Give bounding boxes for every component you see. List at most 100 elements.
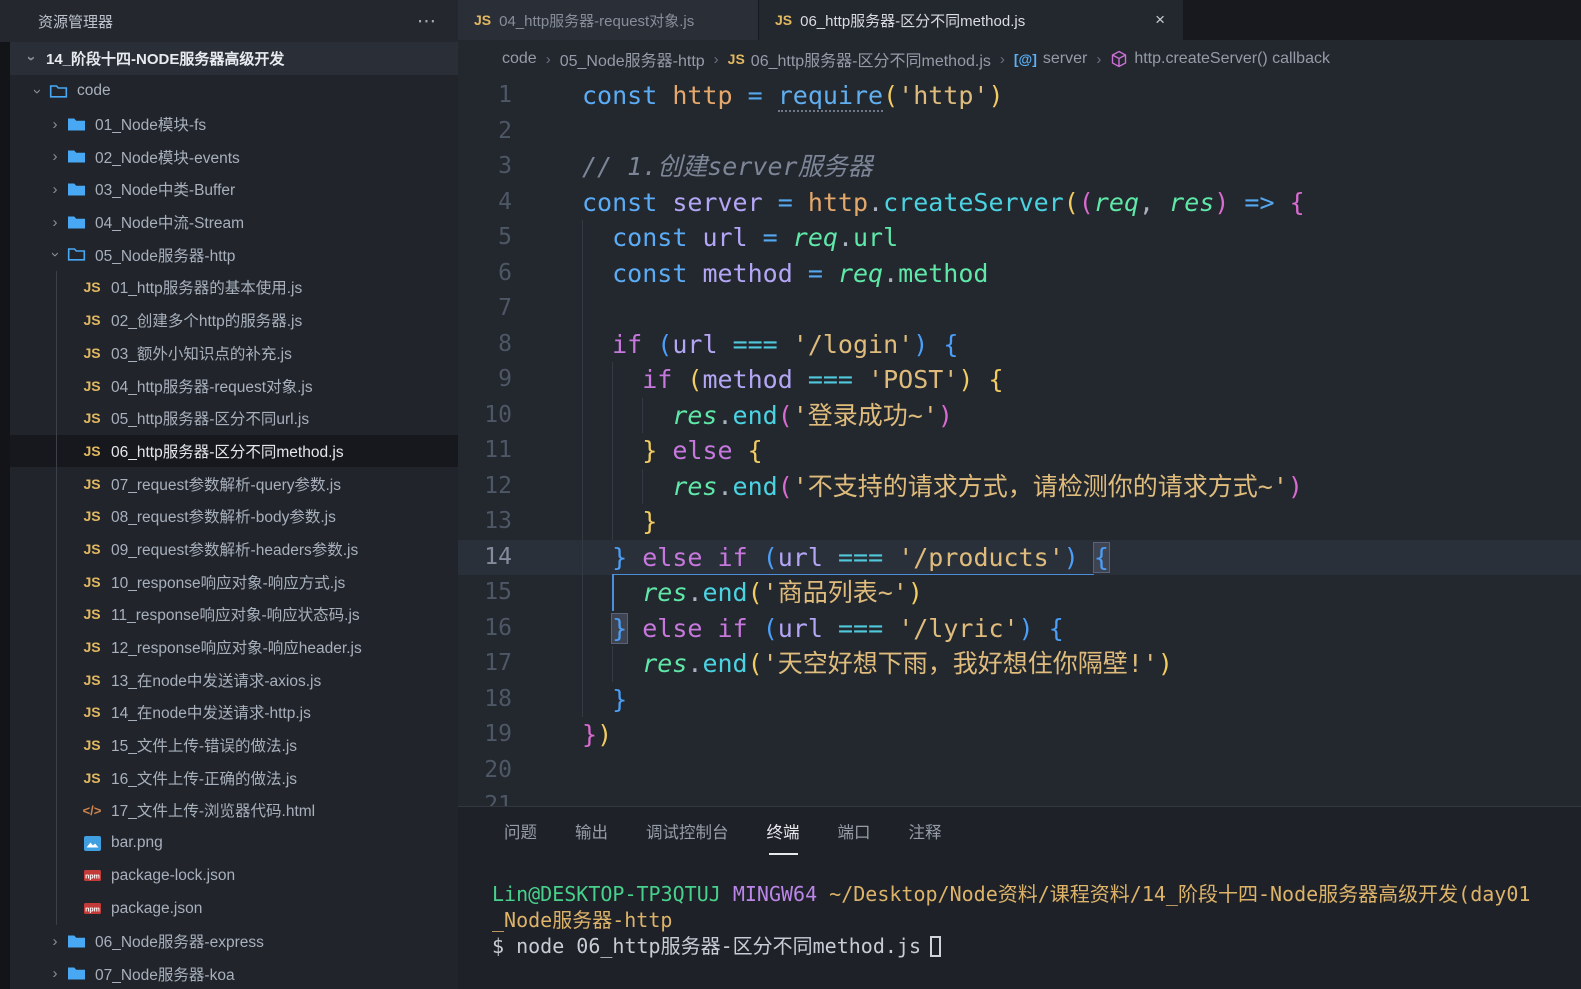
code-line-8[interactable]: 8 if (url === '/login') { bbox=[458, 327, 1581, 363]
tree-item-label: 03_Node中类-Buffer bbox=[95, 178, 235, 200]
token-fn: end bbox=[702, 649, 747, 678]
code-line-3[interactable]: 3// 1.创建server服务器 bbox=[458, 149, 1581, 185]
tree-item-12_response响应对象-响应header.js[interactable]: JS12_response响应对象-响应header.js bbox=[10, 631, 458, 664]
tree-item-02_Node模块-events[interactable]: ›02_Node模块-events bbox=[10, 140, 458, 173]
code-line-20[interactable]: 20 bbox=[458, 753, 1581, 789]
token-plain bbox=[748, 223, 763, 252]
code-line-16[interactable]: 16 } else if (url === '/lyric') { bbox=[458, 611, 1581, 647]
tree-item-code[interactable]: ›code bbox=[10, 75, 458, 108]
tree-item-package.json[interactable]: npmpackage.json bbox=[10, 892, 458, 925]
code-line-6[interactable]: 6 const method = req.method bbox=[458, 256, 1581, 292]
svg-text:npm: npm bbox=[85, 906, 100, 913]
js-file-icon: JS bbox=[80, 672, 104, 688]
code-line-9[interactable]: 9 if (method === 'POST') { bbox=[458, 362, 1581, 398]
code-line-4[interactable]: 4const server = http.createServer((req, … bbox=[458, 185, 1581, 221]
tree-item-03_Node中类-Buffer[interactable]: ›03_Node中类-Buffer bbox=[10, 173, 458, 206]
code-line-5[interactable]: 5 const url = req.url bbox=[458, 220, 1581, 256]
token-v: server bbox=[672, 188, 762, 217]
tree-item-01_http服务器的基本使用.js[interactable]: JS01_http服务器的基本使用.js bbox=[10, 271, 458, 304]
workspace-section-header[interactable]: › 14_阶段十四-NODE服务器高级开发 bbox=[10, 42, 458, 75]
code-line-12[interactable]: 12 res.end('不支持的请求方式，请检测你的请求方式~') bbox=[458, 469, 1581, 505]
code-line-content bbox=[540, 291, 1581, 327]
code-line-14[interactable]: 14 } else if (url === '/products') { bbox=[458, 540, 1581, 576]
token-kw: const bbox=[612, 223, 687, 252]
breadcrumb-item-4[interactable]: [@]server bbox=[1014, 50, 1087, 68]
js-file-icon: JS bbox=[83, 508, 100, 524]
panel-tab-6[interactable]: 注释 bbox=[909, 813, 942, 849]
code-line-19[interactable]: 19}) bbox=[458, 717, 1581, 753]
tree-item-package-lock.json[interactable]: npmpackage-lock.json bbox=[10, 860, 458, 893]
breadcrumb-separator-icon: › bbox=[1000, 51, 1005, 68]
token-str: '/products' bbox=[898, 543, 1064, 572]
breadcrumb-item-2[interactable]: 05_Node服务器-http bbox=[560, 47, 705, 71]
tree-item-16_文件上传-正确的做法.js[interactable]: JS16_文件上传-正确的做法.js bbox=[10, 761, 458, 794]
code-line-2[interactable]: 2 bbox=[458, 114, 1581, 150]
tree-item-13_在node中发送请求-axios.js[interactable]: JS13_在node中发送请求-axios.js bbox=[10, 663, 458, 696]
panel-tab-5[interactable]: 端口 bbox=[838, 813, 871, 849]
tree-item-17_文件上传-浏览器代码.html[interactable]: </>17_文件上传-浏览器代码.html bbox=[10, 794, 458, 827]
line-number: 3 bbox=[458, 149, 540, 185]
tree-item-11_response响应对象-响应状态码.js[interactable]: JS11_response响应对象-响应状态码.js bbox=[10, 598, 458, 631]
folder-open-icon bbox=[64, 246, 88, 263]
tree-item-01_Node模块-fs[interactable]: ›01_Node模块-fs bbox=[10, 108, 458, 141]
code-line-7[interactable]: 7 bbox=[458, 291, 1581, 327]
tree-item-05_Node服务器-http[interactable]: ›05_Node服务器-http bbox=[10, 238, 458, 271]
tree-item-label: 17_文件上传-浏览器代码.html bbox=[111, 799, 315, 821]
code-line-18[interactable]: 18 } bbox=[458, 682, 1581, 718]
code-line-1[interactable]: 1const http = require('http') bbox=[458, 78, 1581, 114]
tree-item-05_http服务器-区分不同url.js[interactable]: JS05_http服务器-区分不同url.js bbox=[10, 402, 458, 435]
tree-item-04_Node中流-Stream[interactable]: ›04_Node中流-Stream bbox=[10, 206, 458, 239]
terminal[interactable]: Lin@DESKTOP-TP3QTUJ MINGW64 ~/Desktop/No… bbox=[458, 855, 1581, 959]
tree-item-06_Node服务器-express[interactable]: ›06_Node服务器-express bbox=[10, 925, 458, 958]
tree-item-03_额外小知识点的补充.js[interactable]: JS03_额外小知识点的补充.js bbox=[10, 337, 458, 370]
tree-item-02_创建多个http的服务器.js[interactable]: JS02_创建多个http的服务器.js bbox=[10, 304, 458, 337]
panel-tab-4[interactable]: 终端 bbox=[767, 813, 800, 849]
folder-icon bbox=[64, 181, 88, 198]
tree-item-09_request参数解析-headers参数.js[interactable]: JS09_request参数解析-headers参数.js bbox=[10, 533, 458, 566]
more-actions-icon[interactable]: ⋯ bbox=[417, 12, 438, 31]
code-line-13[interactable]: 13 } bbox=[458, 504, 1581, 540]
token-par: res bbox=[672, 472, 717, 501]
token-op3: === bbox=[838, 543, 883, 572]
explorer-header: 资源管理器 ⋯ bbox=[0, 0, 458, 42]
close-icon[interactable]: × bbox=[1153, 10, 1167, 30]
js-file-icon: JS bbox=[83, 312, 100, 328]
chevron-right-icon: › bbox=[46, 116, 64, 133]
breadcrumb-item-5[interactable]: http.createServer() callback bbox=[1110, 50, 1330, 68]
breadcrumb-item-1[interactable]: code bbox=[502, 50, 537, 68]
code-line-21[interactable]: 21 bbox=[458, 788, 1581, 806]
tree-item-04_http服务器-request对象.js[interactable]: JS04_http服务器-request对象.js bbox=[10, 369, 458, 402]
tree-item-06_http服务器-区分不同method.js[interactable]: JS06_http服务器-区分不同method.js bbox=[10, 435, 458, 468]
tree-item-14_在node中发送请求-http.js[interactable]: JS14_在node中发送请求-http.js bbox=[10, 696, 458, 729]
tree-item-08_request参数解析-body参数.js[interactable]: JS08_request参数解析-body参数.js bbox=[10, 500, 458, 533]
tree-item-label: 07_request参数解析-query参数.js bbox=[111, 473, 341, 495]
editor-tab-1[interactable]: JS04_http服务器-request对象.js bbox=[458, 0, 758, 40]
tree-item-bar.png[interactable]: bar.png bbox=[10, 827, 458, 860]
code-line-10[interactable]: 10 res.end('登录成功~') bbox=[458, 398, 1581, 434]
breadcrumb-separator-icon: › bbox=[546, 51, 551, 68]
token-b1: ) bbox=[597, 720, 612, 749]
tree-item-07_request参数解析-query参数.js[interactable]: JS07_request参数解析-query参数.js bbox=[10, 467, 458, 500]
code-line-11[interactable]: 11 } else { bbox=[458, 433, 1581, 469]
token-plain bbox=[582, 543, 612, 572]
terminal-text-yellow: ~/Desktop/Node资料/课程资料/14_阶段十四-Node服务器高级开… bbox=[829, 882, 1530, 906]
tree-item-07_Node服务器-koa[interactable]: ›07_Node服务器-koa bbox=[10, 958, 458, 989]
code-line-15[interactable]: 15 res.end('商品列表~') bbox=[458, 575, 1581, 611]
panel-tab-2[interactable]: 输出 bbox=[575, 813, 608, 849]
folder-open-icon bbox=[46, 83, 70, 100]
panel-tab-3[interactable]: 调试控制台 bbox=[646, 813, 729, 849]
code-editor[interactable]: 1const http = require('http')23// 1.创建se… bbox=[458, 78, 1581, 806]
tree-item-15_文件上传-错误的做法.js[interactable]: JS15_文件上传-错误的做法.js bbox=[10, 729, 458, 762]
breadcrumb-item-3[interactable]: JS06_http服务器-区分不同method.js bbox=[728, 47, 991, 71]
js-file-icon: JS bbox=[83, 345, 100, 361]
panel-tab-1[interactable]: 问题 bbox=[504, 813, 537, 849]
tree-item-10_response响应对象-响应方式.js[interactable]: JS10_response响应对象-响应方式.js bbox=[10, 565, 458, 598]
token-b1: { bbox=[748, 436, 763, 465]
token-str: '商品列表~' bbox=[763, 578, 908, 607]
npm-icon: npm bbox=[83, 867, 102, 884]
code-line-17[interactable]: 17 res.end('天空好想下雨，我好想住你隔壁!') bbox=[458, 646, 1581, 682]
token-b1: } bbox=[642, 507, 657, 536]
line-number: 11 bbox=[458, 433, 540, 469]
editor-tab-2[interactable]: JS06_http服务器-区分不同method.js× bbox=[759, 0, 1183, 40]
terminal-text-purple: MINGW64 bbox=[733, 882, 817, 906]
